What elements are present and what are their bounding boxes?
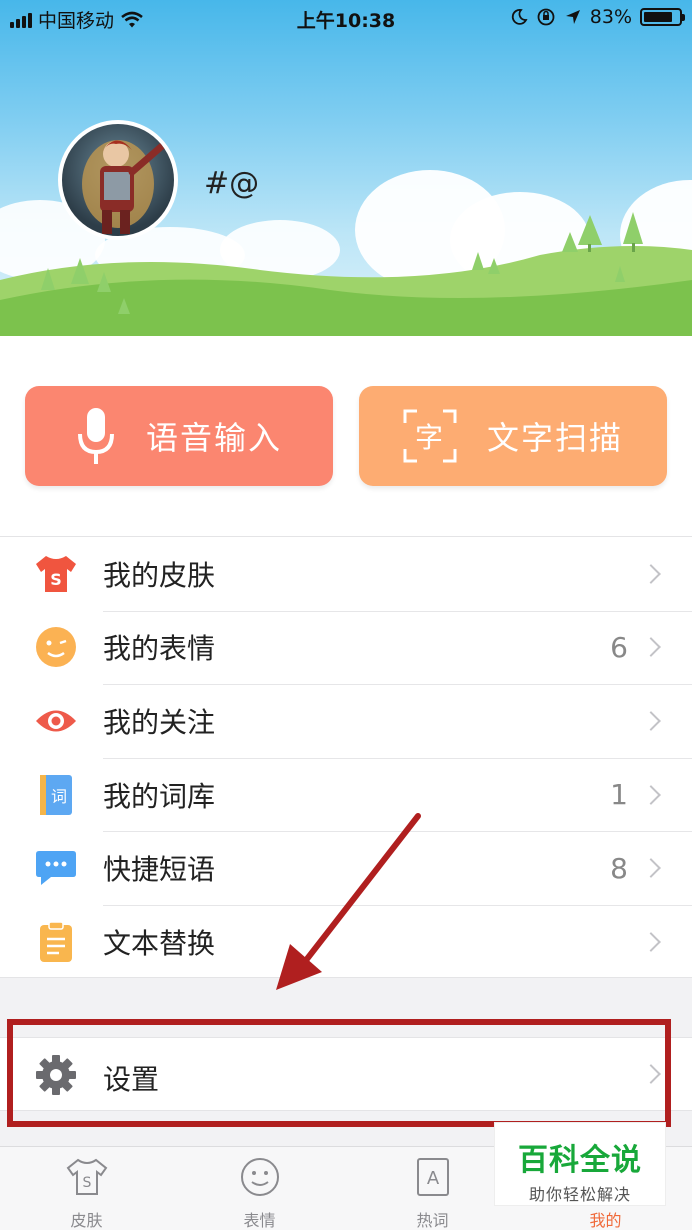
dictionary-book-icon: 词: [34, 773, 78, 817]
hotword-tab-icon: A: [412, 1157, 454, 1197]
tab-emoticons[interactable]: 表情: [173, 1147, 346, 1230]
clipboard-icon: [34, 920, 78, 964]
profile-header: 中国移动 上午10:38 83% #@: [0, 0, 692, 336]
watermark-subtitle: 助你轻松解决: [528, 1185, 631, 1204]
tab-label: 我的: [589, 1211, 622, 1230]
battery-percent: 83%: [589, 6, 632, 28]
quick-actions: 语音输入 字 文字扫描: [0, 336, 692, 536]
tab-skins[interactable]: S 皮肤: [0, 1147, 173, 1230]
svg-text:S: S: [50, 570, 62, 589]
avatar[interactable]: [58, 120, 178, 240]
menu-item-dictionary[interactable]: 词 我的词库 1: [0, 757, 692, 832]
menu-item-follows[interactable]: 我的关注: [0, 684, 692, 758]
menu-item-quick-phrases[interactable]: 快捷短语 8: [0, 831, 692, 905]
watermark-logo: 百科全说 助你轻松解决: [494, 1122, 666, 1206]
chevron-right-icon: [641, 563, 661, 584]
status-bar: 中国移动 上午10:38 83%: [0, 0, 692, 36]
text-scan-button[interactable]: 字 文字扫描: [359, 386, 667, 486]
chevron-right-icon: [641, 858, 661, 879]
emoji-face-icon: [34, 625, 78, 669]
do-not-disturb-moon-icon: [511, 9, 528, 25]
username: #@: [204, 166, 260, 201]
menu-item-skins[interactable]: S 我的皮肤: [0, 537, 692, 611]
voice-input-button[interactable]: 语音输入: [25, 386, 333, 486]
svg-text:A: A: [426, 1168, 439, 1189]
avatar-character-illustration: [82, 140, 166, 234]
menu-item-text-replacement[interactable]: 文本替换: [0, 904, 692, 979]
menu-list: S 我的皮肤 我的表情 6 我的关注 词 我的词库 1 快捷短语 8 文本替换: [0, 536, 692, 978]
voice-input-label: 语音输入: [145, 419, 282, 457]
menu-item-label: 我的词库: [103, 779, 216, 813]
menu-item-label: 文本替换: [103, 926, 216, 960]
svg-text:词: 词: [51, 787, 67, 806]
skin-shirt-icon: S: [34, 552, 78, 596]
menu-item-label: 我的表情: [103, 632, 216, 666]
chat-bubble-icon: [34, 846, 78, 890]
svg-text:字: 字: [415, 421, 445, 454]
location-arrow-icon: [565, 10, 580, 24]
svg-text:S: S: [82, 1175, 91, 1191]
eye-icon: [34, 699, 78, 743]
chevron-right-icon: [641, 784, 661, 805]
tab-label: 皮肤: [70, 1211, 103, 1230]
menu-item-label: 我的皮肤: [103, 558, 216, 592]
scan-text-icon: 字: [403, 409, 457, 463]
watermark-title: 百科全说: [518, 1143, 642, 1178]
chevron-right-icon: [641, 637, 661, 658]
menu-item-label: 快捷短语: [103, 853, 216, 887]
microphone-icon: [77, 408, 114, 464]
profile-page: 中国移动 上午10:38 83% #@ 语音输入 字 文字扫描 S 我的皮肤 我…: [0, 0, 692, 1230]
battery-icon: [640, 8, 685, 26]
menu-item-emoticons[interactable]: 我的表情 6: [0, 610, 692, 685]
menu-item-count: 8: [610, 851, 628, 885]
rotation-lock-icon: [537, 8, 555, 26]
menu-item-count: 6: [610, 630, 628, 664]
battery-level-fill: [644, 12, 673, 22]
tab-label: 表情: [243, 1211, 276, 1230]
highlight-box-annotation: [7, 1019, 671, 1127]
chevron-right-icon: [641, 931, 661, 952]
text-scan-label: 文字扫描: [486, 419, 623, 457]
shirt-tab-icon: S: [66, 1157, 108, 1197]
tab-label: 热词: [416, 1211, 449, 1230]
menu-item-count: 1: [610, 778, 628, 812]
smiley-tab-icon: [239, 1157, 281, 1197]
menu-item-label: 我的关注: [103, 705, 216, 739]
chevron-right-icon: [641, 711, 661, 731]
